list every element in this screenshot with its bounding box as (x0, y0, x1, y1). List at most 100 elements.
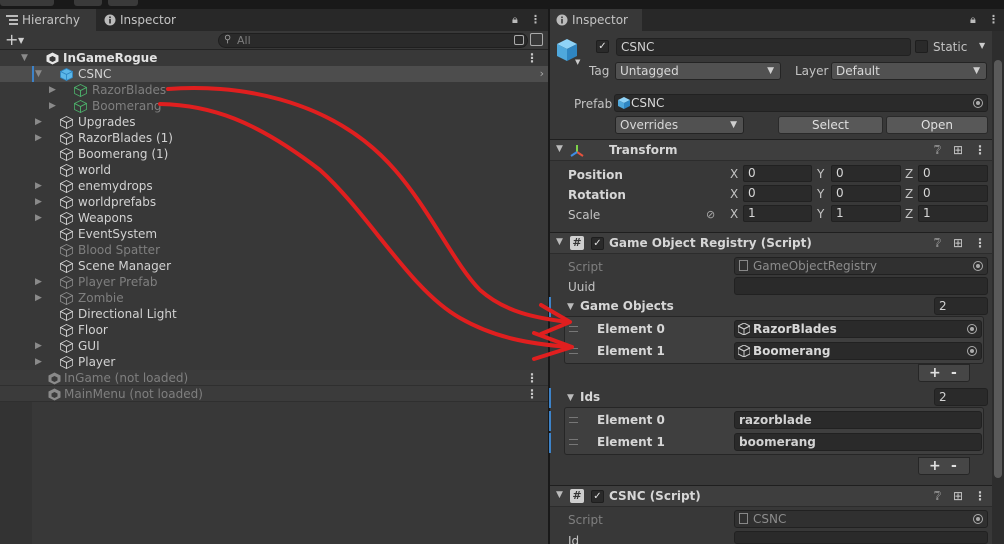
go-element-0-field[interactable]: RazorBlades (734, 320, 982, 338)
hierarchy-item[interactable]: ▶ Zombie (0, 290, 548, 306)
search-filter-icon[interactable] (514, 35, 524, 45)
transform-header[interactable]: ▼ Transform ❔︎ ⊞ ⋮ (550, 139, 1004, 161)
foldout-closed-icon[interactable]: ▶ (35, 178, 45, 194)
foldout-arrow-icon[interactable]: ▼ (556, 490, 563, 500)
tab-inspector[interactable]: Inspector (550, 9, 642, 31)
id-element-1-input[interactable]: boomerang (734, 433, 982, 451)
game-objects-size-input[interactable]: 2 (934, 297, 988, 315)
scene-menu-icon[interactable]: ⋮ (526, 386, 538, 402)
hierarchy-item[interactable]: Floor (0, 322, 548, 338)
add-element-button[interactable]: + (929, 458, 941, 474)
hierarchy-item[interactable]: ▶ Boomerang (0, 98, 548, 114)
hierarchy-item[interactable]: Directional Light (0, 306, 548, 322)
drag-handle-icon[interactable] (569, 417, 578, 423)
ids-size-input[interactable]: 2 (934, 388, 988, 406)
panel-menu-icon[interactable]: ⋮ (530, 13, 541, 26)
lock-icon[interactable]: 🔒︎ (970, 13, 976, 27)
overrides-dropdown[interactable]: Overrides ▼ (615, 116, 744, 134)
hierarchy-item[interactable]: ▶ GUI (0, 338, 548, 354)
add-object-button[interactable]: + ▼ (5, 31, 33, 49)
tag-dropdown[interactable]: Untagged ▼ (615, 62, 781, 80)
toolbar-nub[interactable] (108, 0, 138, 6)
tab-inspector-left[interactable]: Inspector (98, 9, 188, 31)
uuid-input[interactable] (734, 277, 988, 295)
prefab-field[interactable]: CSNC (614, 94, 988, 112)
axis-label-y[interactable]: Y (817, 187, 824, 201)
position-x-input[interactable]: 0 (743, 165, 812, 182)
unloaded-scene-row[interactable]: InGame (not loaded) ⋮ (0, 370, 548, 386)
hierarchy-item[interactable]: ▶ enemydrops (0, 178, 548, 194)
foldout-arrow-icon[interactable]: ▼ (556, 237, 563, 247)
id-element-0-input[interactable]: razorblade (734, 411, 982, 429)
foldout-closed-icon[interactable]: ▶ (35, 338, 45, 354)
go-element-1-field[interactable]: Boomerang (734, 342, 982, 360)
position-y-input[interactable]: 0 (831, 165, 901, 182)
foldout-closed-icon[interactable]: ▶ (35, 354, 45, 370)
presets-icon[interactable]: ⊞ (953, 236, 963, 250)
axis-label-z[interactable]: Z (905, 207, 913, 221)
help-icon[interactable]: ❔︎ (934, 143, 941, 158)
registry-header[interactable]: ▼ # ✓ Game Object Registry (Script) ❔︎ ⊞… (550, 232, 1004, 254)
help-icon[interactable]: ❔︎ (934, 489, 941, 504)
axis-label-y[interactable]: Y (817, 207, 824, 221)
scale-z-input[interactable]: 1 (918, 205, 988, 222)
rotation-x-input[interactable]: 0 (743, 185, 812, 202)
static-checkbox[interactable] (915, 40, 928, 53)
axis-label-x[interactable]: X (730, 207, 738, 221)
hierarchy-item[interactable]: world (0, 162, 548, 178)
scale-x-input[interactable]: 1 (743, 205, 812, 222)
foldout-closed-icon[interactable]: ▶ (35, 290, 45, 306)
rotation-y-input[interactable]: 0 (831, 185, 901, 202)
foldout-closed-icon[interactable]: ▶ (35, 274, 45, 290)
foldout-closed-icon[interactable]: ▶ (35, 130, 45, 146)
select-button[interactable]: Select (778, 116, 883, 134)
hierarchy-item[interactable]: ▶ Weapons (0, 210, 548, 226)
axis-label-z[interactable]: Z (905, 167, 913, 181)
hierarchy-item[interactable]: EventSystem (0, 226, 548, 242)
object-picker-icon[interactable] (967, 346, 977, 356)
id-input[interactable] (734, 531, 988, 544)
foldout-closed-icon[interactable]: ▶ (35, 210, 45, 226)
scene-menu-icon[interactable]: ⋮ (526, 370, 538, 386)
remove-element-button[interactable]: - (951, 458, 957, 474)
foldout-open-icon[interactable]: ▼ (35, 66, 45, 82)
foldout-arrow-icon[interactable]: ▼ (556, 144, 563, 154)
hierarchy-item[interactable]: ▶ RazorBlades (1) (0, 130, 548, 146)
hierarchy-item[interactable]: Boomerang (1) (0, 146, 548, 162)
constrain-proportions-icon[interactable]: ⊘ (706, 208, 715, 221)
registry-enabled-checkbox[interactable]: ✓ (591, 237, 604, 250)
object-picker-icon[interactable] (973, 98, 983, 108)
foldout-closed-icon[interactable]: ▶ (35, 194, 45, 210)
component-menu-icon[interactable]: ⋮ (974, 143, 986, 157)
presets-icon[interactable]: ⊞ (953, 489, 963, 503)
object-picker-icon[interactable] (967, 324, 977, 334)
hierarchy-item[interactable]: Scene Manager (0, 258, 548, 274)
hierarchy-item[interactable]: Blood Spatter (0, 242, 548, 258)
axis-label-z[interactable]: Z (905, 187, 913, 201)
component-menu-icon[interactable]: ⋮ (974, 489, 986, 503)
drag-handle-icon[interactable] (569, 348, 578, 354)
tab-hierarchy[interactable]: Hierarchy (0, 9, 96, 31)
drag-handle-icon[interactable] (569, 326, 578, 332)
chevron-down-icon[interactable]: ▼ (575, 58, 580, 66)
foldout-arrow-icon[interactable]: ▼ (567, 302, 574, 312)
csnc-script-header[interactable]: ▼ # ✓ CSNC (Script) ❔︎ ⊞ ⋮ (550, 485, 1004, 507)
presets-icon[interactable]: ⊞ (953, 143, 963, 157)
axis-label-x[interactable]: X (730, 167, 738, 181)
chevron-right-icon[interactable]: › (540, 66, 544, 82)
component-menu-icon[interactable]: ⋮ (974, 236, 986, 250)
help-icon[interactable]: ❔︎ (934, 236, 941, 251)
remove-element-button[interactable]: - (951, 365, 957, 381)
unloaded-scene-row[interactable]: MainMenu (not loaded) ⋮ (0, 386, 548, 402)
layer-dropdown[interactable]: Default ▼ (831, 62, 987, 80)
foldout-closed-icon[interactable]: ▶ (49, 98, 59, 114)
scene-menu-icon[interactable]: ⋮ (526, 50, 538, 66)
inspector-scrollbar-thumb[interactable] (994, 60, 1002, 478)
position-z-input[interactable]: 0 (918, 165, 988, 182)
scene-row[interactable]: ▼ InGameRogue ⋮ (0, 50, 548, 66)
open-button[interactable]: Open (886, 116, 988, 134)
hierarchy-item[interactable]: ▼ CSNC › (0, 66, 548, 82)
lock-icon[interactable]: 🔒︎ (512, 13, 518, 27)
csnc-enabled-checkbox[interactable]: ✓ (591, 490, 604, 503)
hierarchy-search-input[interactable]: ⚲ All (218, 33, 528, 48)
